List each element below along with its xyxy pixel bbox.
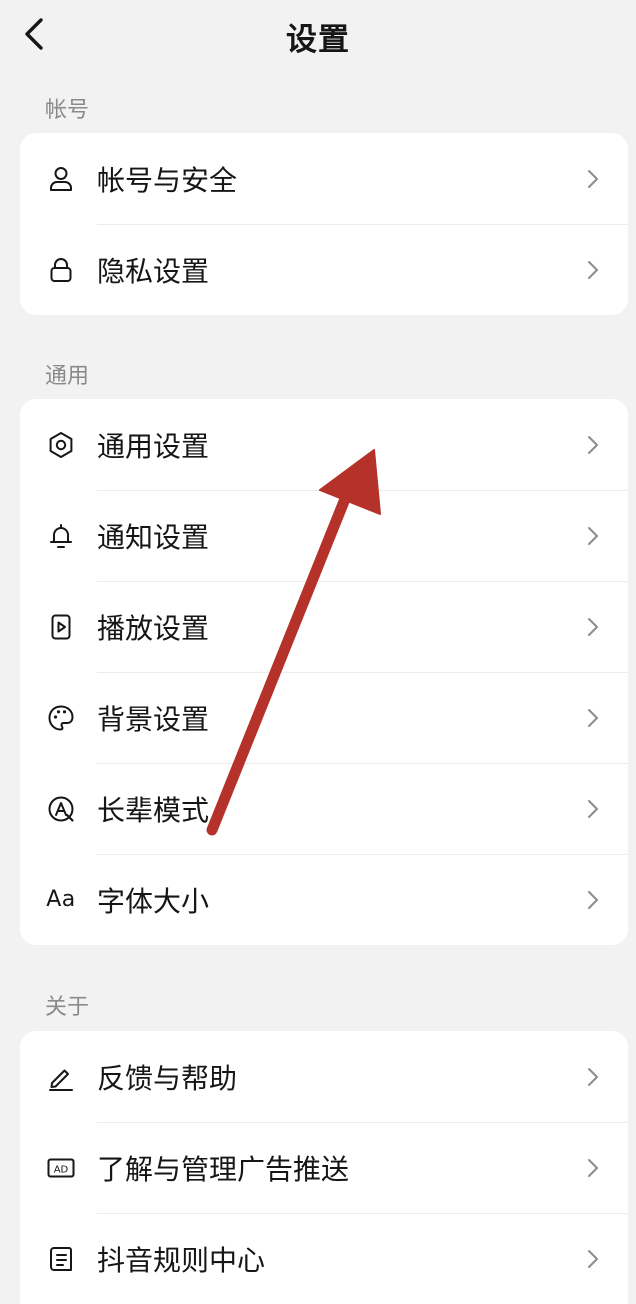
chevron-right-icon xyxy=(586,526,600,546)
lock-icon xyxy=(46,255,76,285)
settings-card-account: 帐号与安全 隐私设置 xyxy=(20,133,628,315)
settings-item-label: 帐号与安全 xyxy=(97,163,238,197)
settings-item-label: 通知设置 xyxy=(97,520,210,554)
chevron-right-icon xyxy=(586,1249,600,1269)
person-icon xyxy=(46,164,76,194)
settings-item-label: 反馈与帮助 xyxy=(97,1061,238,1095)
gear-icon xyxy=(46,430,76,460)
chevron-right-icon xyxy=(586,260,600,280)
settings-card-about: 反馈与帮助 AD 了解与管理广告推送 抖音规则中心 xyxy=(20,1031,628,1304)
settings-item-privacy[interactable]: 隐私设置 xyxy=(20,224,628,315)
rules-doc-icon xyxy=(46,1244,76,1274)
settings-item-account-security[interactable]: 帐号与安全 xyxy=(20,133,628,224)
elder-mode-icon xyxy=(46,794,76,824)
settings-item-general-settings[interactable]: 通用设置 xyxy=(20,399,628,490)
settings-item-label: 背景设置 xyxy=(97,702,210,736)
chevron-right-icon xyxy=(586,1158,600,1178)
settings-item-label: 了解与管理广告推送 xyxy=(97,1152,350,1186)
settings-item-playback[interactable]: 播放设置 xyxy=(20,581,628,672)
settings-item-background[interactable]: 背景设置 xyxy=(20,672,628,763)
section-label-account: 帐号 xyxy=(45,98,90,123)
settings-item-font-size[interactable]: Aa 字体大小 xyxy=(20,854,628,945)
ad-icon: AD xyxy=(46,1153,76,1183)
settings-item-label: 抖音规则中心 xyxy=(97,1243,266,1277)
bell-icon xyxy=(46,521,76,551)
settings-item-label: 字体大小 xyxy=(97,884,210,918)
play-icon xyxy=(46,612,76,642)
settings-item-notification[interactable]: 通知设置 xyxy=(20,490,628,581)
chevron-right-icon xyxy=(586,890,600,910)
settings-item-rules-center[interactable]: 抖音规则中心 xyxy=(20,1213,628,1304)
section-label-about: 关于 xyxy=(45,995,90,1020)
settings-item-label: 长辈模式 xyxy=(97,793,210,827)
pen-icon xyxy=(46,1062,76,1092)
settings-item-label: 隐私设置 xyxy=(97,254,210,288)
settings-item-feedback[interactable]: 反馈与帮助 xyxy=(20,1031,628,1122)
chevron-right-icon xyxy=(586,1067,600,1087)
svg-text:AD: AD xyxy=(54,1164,69,1175)
settings-item-ad-management[interactable]: AD 了解与管理广告推送 xyxy=(20,1122,628,1213)
chevron-right-icon xyxy=(586,617,600,637)
chevron-right-icon xyxy=(586,435,600,455)
settings-item-label: 播放设置 xyxy=(97,611,210,645)
top-bar: 设置 xyxy=(0,0,636,70)
chevron-right-icon xyxy=(586,169,600,189)
palette-icon xyxy=(46,703,76,733)
page-title: 设置 xyxy=(286,22,350,58)
settings-item-label: 通用设置 xyxy=(97,429,210,463)
font-size-icon: Aa xyxy=(46,887,76,912)
settings-card-general: 通用设置 通知设置 播放设置 背景设置 长辈模式 Aa 字体大小 xyxy=(20,399,628,945)
chevron-right-icon xyxy=(586,799,600,819)
settings-item-elder-mode[interactable]: 长辈模式 xyxy=(20,763,628,854)
chevron-right-icon xyxy=(586,708,600,728)
section-label-general: 通用 xyxy=(45,364,90,389)
